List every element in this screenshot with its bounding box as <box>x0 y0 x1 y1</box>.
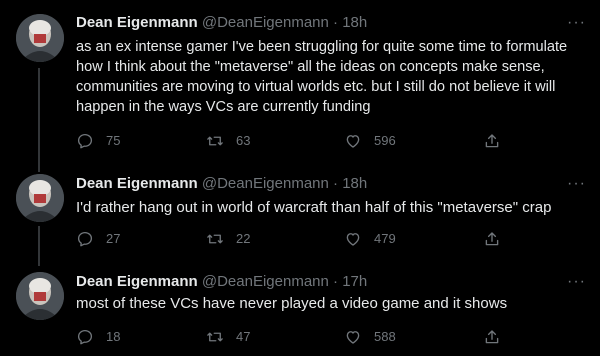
reply-button[interactable]: 75 <box>76 132 120 150</box>
share-icon <box>485 330 499 344</box>
like-button[interactable]: 588 <box>344 328 396 346</box>
tweet-text: as an ex intense gamer I've been struggl… <box>76 39 568 115</box>
like-count: 479 <box>374 231 396 246</box>
share-button[interactable] <box>483 230 513 248</box>
reply-button[interactable]: 18 <box>76 328 120 346</box>
tweet-header: Dean Eigenmann @DeanEigenmann · 18h <box>76 174 367 194</box>
timestamp[interactable]: 17h <box>342 273 367 290</box>
more-icon[interactable]: ··· <box>567 174 586 194</box>
like-count: 588 <box>374 329 396 344</box>
share-icon <box>485 232 499 246</box>
reply-icon <box>77 133 93 149</box>
share-icon <box>485 134 499 148</box>
share-button[interactable] <box>483 132 513 150</box>
like-button[interactable]: 596 <box>344 132 396 150</box>
author-handle[interactable]: @DeanEigenmann <box>202 175 329 192</box>
avatar[interactable] <box>16 174 64 222</box>
retweet-button[interactable]: 47 <box>206 328 250 346</box>
reply-icon <box>77 231 93 247</box>
tweet-actions: 27 22 479 <box>76 230 506 250</box>
heart-icon <box>346 135 360 148</box>
retweet-icon <box>207 136 223 146</box>
more-icon[interactable]: ··· <box>567 13 586 33</box>
retweet-count: 22 <box>236 231 251 246</box>
reply-count: 18 <box>106 329 121 344</box>
tweet[interactable]: Dean Eigenmann @DeanEigenmann · 18h ··· … <box>0 0 600 168</box>
retweet-count: 47 <box>236 329 251 344</box>
more-icon[interactable]: ··· <box>567 272 586 292</box>
avatar[interactable] <box>16 272 64 320</box>
avatar-image <box>16 174 64 222</box>
retweet-count: 63 <box>236 133 251 148</box>
retweet-button[interactable]: 63 <box>206 132 250 150</box>
share-button[interactable] <box>483 328 513 346</box>
tweet-text: most of these VCs have never played a vi… <box>76 295 508 312</box>
separator-dot: · <box>333 175 339 192</box>
retweet-icon <box>207 234 223 244</box>
tweet-text: I'd rather hang out in world of warcraft… <box>76 199 552 216</box>
avatar[interactable] <box>16 14 64 62</box>
reply-count: 75 <box>106 133 121 148</box>
tweet[interactable]: Dean Eigenmann @DeanEigenmann · 17h ··· … <box>0 266 600 356</box>
author-name[interactable]: Dean Eigenmann <box>76 175 198 192</box>
tweet-actions: 18 47 588 <box>76 328 506 348</box>
retweet-icon <box>207 332 223 342</box>
author-handle[interactable]: @DeanEigenmann <box>202 14 329 31</box>
author-name[interactable]: Dean Eigenmann <box>76 273 198 290</box>
tweet[interactable]: Dean Eigenmann @DeanEigenmann · 18h ··· … <box>0 168 600 266</box>
like-button[interactable]: 479 <box>344 230 396 248</box>
separator-dot: · <box>333 273 339 290</box>
like-count: 596 <box>374 133 396 148</box>
author-handle[interactable]: @DeanEigenmann <box>202 273 329 290</box>
retweet-button[interactable]: 22 <box>206 230 250 248</box>
tweet-header: Dean Eigenmann @DeanEigenmann · 17h <box>76 272 367 292</box>
author-name[interactable]: Dean Eigenmann <box>76 14 198 31</box>
reply-icon <box>77 329 93 345</box>
separator-dot: · <box>333 14 339 31</box>
avatar-image <box>16 14 64 62</box>
avatar-image <box>16 272 64 320</box>
tweet-actions: 75 63 596 <box>76 132 506 152</box>
timestamp[interactable]: 18h <box>342 14 367 31</box>
reply-count: 27 <box>106 231 121 246</box>
reply-button[interactable]: 27 <box>76 230 120 248</box>
heart-icon <box>346 331 360 344</box>
heart-icon <box>346 233 360 246</box>
tweet-header: Dean Eigenmann @DeanEigenmann · 18h <box>76 13 367 33</box>
timestamp[interactable]: 18h <box>342 175 367 192</box>
